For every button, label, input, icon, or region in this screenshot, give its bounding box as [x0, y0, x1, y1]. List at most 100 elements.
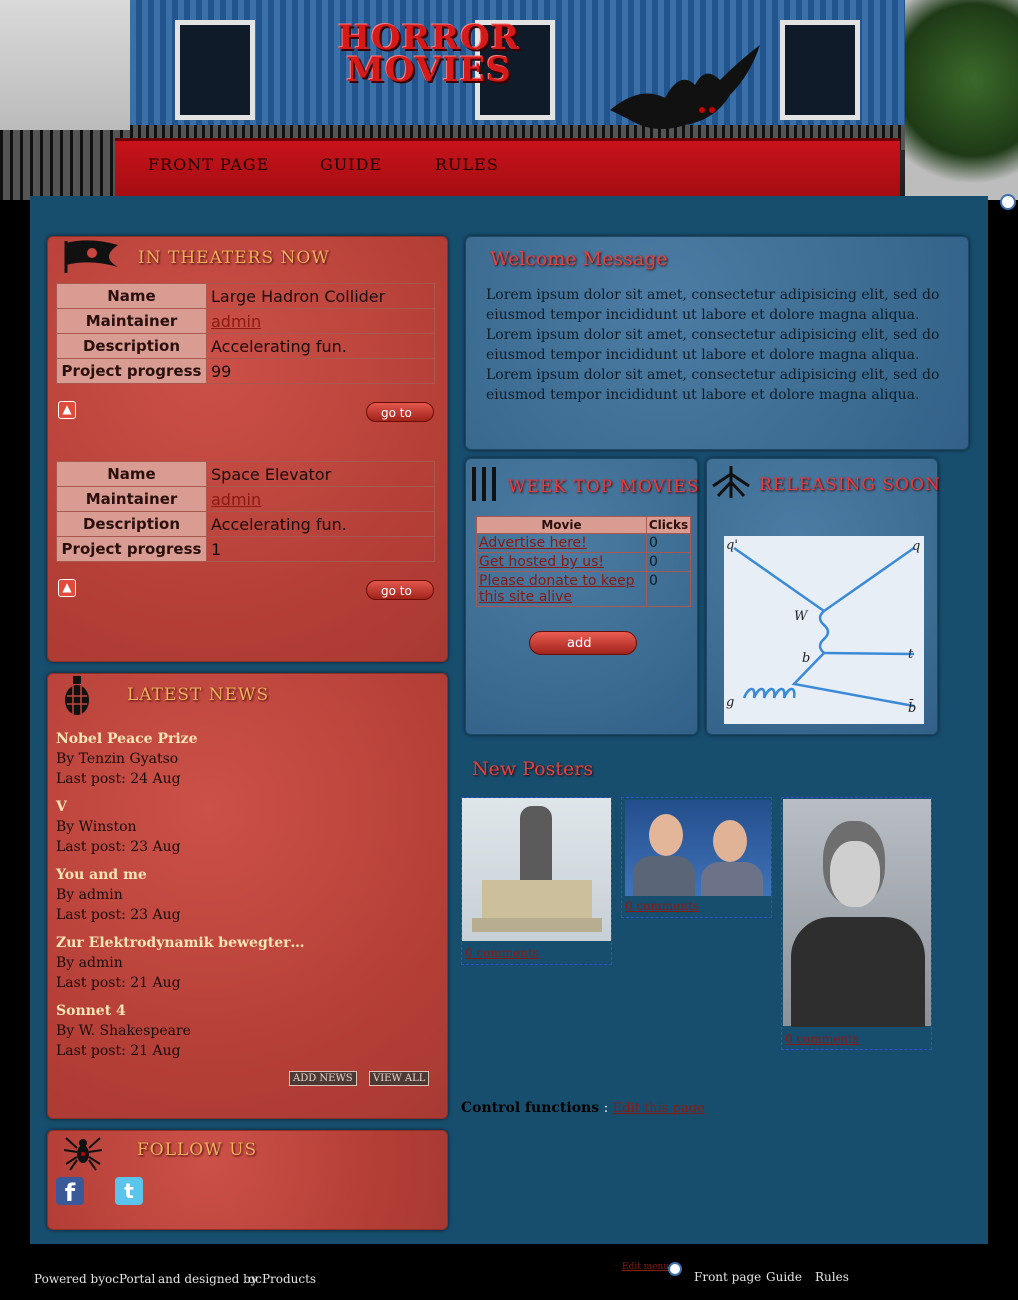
footer-link-front-page[interactable]: Front page — [694, 1270, 761, 1284]
goto-button[interactable]: go to — [366, 580, 434, 600]
maintainer-link[interactable]: admin — [211, 490, 261, 509]
edit-page-link[interactable]: Edit this page — [613, 1101, 705, 1116]
footer-ocproducts-link[interactable]: ocProducts — [248, 1272, 316, 1286]
twitter-icon[interactable]: t — [115, 1177, 143, 1205]
edit-menu-icon[interactable] — [668, 1262, 682, 1276]
news-item-title[interactable]: Nobel Peace Prize — [56, 729, 198, 749]
header-tree — [905, 0, 1018, 200]
nav-rules[interactable]: RULES — [435, 155, 499, 174]
poster-image[interactable] — [783, 799, 931, 1027]
movie-link[interactable]: Get hosted by us! — [479, 554, 604, 570]
maintainer-link[interactable]: admin — [211, 312, 261, 331]
goto-button[interactable]: go to — [366, 402, 434, 422]
movie-link[interactable]: Please donate to keep this site alive — [479, 573, 635, 605]
bat-icon — [610, 45, 760, 129]
project-progress: 99 — [206, 358, 435, 384]
project-table-2: Name Space Elevator Maintainer admin Descr… — [56, 461, 435, 562]
nav-guide[interactable]: GUIDE — [320, 155, 382, 174]
poster-image[interactable] — [625, 800, 771, 896]
footer-ocportal-link[interactable]: ocPortal — [105, 1272, 155, 1286]
up-arrow-icon[interactable]: ▲ — [58, 579, 76, 597]
facebook-icon[interactable]: f — [56, 1177, 84, 1207]
footer-link-guide[interactable]: Guide — [766, 1270, 802, 1284]
project-description: Accelerating fun. — [206, 511, 435, 537]
follow-title: FOLLOW US — [137, 1140, 258, 1160]
field-label: Maintainer — [56, 308, 207, 334]
column-header-clicks: Clicks — [646, 516, 691, 534]
column-header-movie: Movie — [476, 516, 647, 534]
up-arrow-icon[interactable]: ▲ — [58, 401, 76, 419]
nav-front-page[interactable]: FRONT PAGE — [148, 155, 269, 174]
feynman-diagram-image[interactable]: q' q W b t g b̄ — [724, 536, 924, 724]
week-top-table: Movie Clicks Advertise here! 0 Get hoste… — [476, 516, 691, 607]
news-item-author: By Winston — [56, 819, 137, 835]
news-item-author: By W. Shakespeare — [56, 1023, 191, 1039]
releasing-title: RELEASING SOON — [759, 475, 941, 495]
poster-card: 0 comments — [461, 797, 612, 965]
bat-skeleton-icon — [712, 466, 750, 498]
poster-comments-link[interactable]: 0 comments — [625, 899, 699, 913]
grenade-icon — [65, 676, 89, 715]
news-item-date: Last post: 23 Aug — [56, 907, 181, 923]
news-item: Zur Elektrodynamik bewegter… By admin La… — [56, 933, 305, 993]
news-title: LATEST NEWS — [127, 685, 270, 705]
pirate-flag-icon — [64, 240, 118, 273]
poster-card: 0 comments — [781, 797, 932, 1050]
add-button-label: add — [567, 636, 592, 651]
table-row: Advertise here! 0 — [476, 533, 691, 553]
news-item-author: By Tenzin Gyatso — [56, 751, 179, 767]
site-header: HORROR MOVIES FRONT PAGE GUIDE RULES — [0, 0, 1018, 200]
news-item: Sonnet 4 By W. Shakespeare Last post: 21… — [56, 1001, 191, 1061]
field-label: Description — [56, 511, 207, 537]
poster-comments-link[interactable]: 0 comments — [465, 946, 539, 960]
posters-title: New Posters — [472, 758, 594, 780]
label-q-prime: q' — [726, 538, 738, 553]
field-label: Project progress — [56, 358, 207, 384]
welcome-text: Lorem ipsum dolor sit amet, consectetur … — [486, 287, 940, 403]
movie-link[interactable]: Advertise here! — [479, 535, 587, 551]
news-item-date: Last post: 23 Aug — [56, 839, 181, 855]
week-top-title: WEEK TOP MOVIES — [508, 477, 700, 497]
view-all-button[interactable]: VIEW ALL — [369, 1071, 430, 1086]
news-item: You and me By admin Last post: 23 Aug — [56, 865, 181, 925]
news-item-date: Last post: 21 Aug — [56, 975, 181, 991]
label-b-bar: b̄ — [908, 699, 916, 716]
project-progress: 1 — [206, 536, 435, 562]
poster-comments-link[interactable]: 0 comments — [785, 1032, 859, 1046]
add-button[interactable]: add — [529, 631, 637, 655]
clicks-count: 0 — [646, 533, 691, 553]
edit-zone-icon[interactable] — [1000, 194, 1016, 210]
news-item-author: By admin — [56, 955, 123, 971]
control-functions-label: Control functions — [461, 1100, 600, 1116]
clicks-count: 0 — [646, 552, 691, 572]
news-item-title[interactable]: V — [56, 797, 181, 817]
project-name: Large Hadron Collider — [206, 283, 435, 309]
spider-icon — [64, 1137, 102, 1171]
main-nav: FRONT PAGE GUIDE RULES — [115, 138, 900, 196]
footer-designed: and designed by — [158, 1272, 258, 1286]
house-window — [780, 20, 860, 120]
label-b: b — [802, 651, 810, 666]
label-w: W — [794, 609, 809, 624]
news-item-title[interactable]: You and me — [56, 865, 181, 885]
bones-icon — [472, 467, 496, 501]
poster-image[interactable] — [462, 798, 611, 941]
footer-link-rules[interactable]: Rules — [815, 1270, 849, 1284]
field-label: Maintainer — [56, 486, 207, 512]
field-label: Description — [56, 333, 207, 359]
table-row: Get hosted by us! 0 — [476, 552, 691, 572]
news-item-title[interactable]: Sonnet 4 — [56, 1001, 191, 1021]
add-news-button[interactable]: ADD NEWS — [289, 1071, 357, 1086]
edit-menu-link[interactable]: Edit menu — [622, 1262, 669, 1272]
project-description: Accelerating fun. — [206, 333, 435, 359]
news-item: V By Winston Last post: 23 Aug — [56, 797, 181, 857]
site-logo[interactable]: HORROR MOVIES — [334, 21, 524, 90]
label-g: g — [726, 695, 734, 710]
project-table-1: Name Large Hadron Collider Maintainer admi… — [56, 283, 435, 384]
theaters-title: IN THEATERS NOW — [138, 248, 330, 268]
clicks-count: 0 — [646, 571, 691, 607]
logo-line-2: MOVIES — [346, 50, 512, 90]
news-item-title[interactable]: Zur Elektrodynamik bewegter… — [56, 933, 305, 953]
feynman-diagram: q' q W b t g b̄ — [726, 538, 920, 716]
field-label: Name — [56, 283, 207, 309]
